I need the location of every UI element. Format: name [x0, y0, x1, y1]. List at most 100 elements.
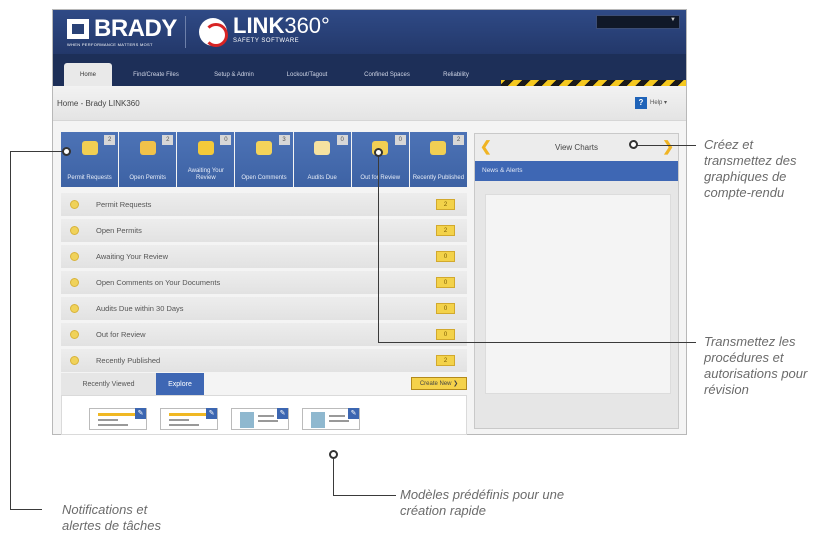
- notification-label: Out for Review: [96, 330, 146, 339]
- callout-dot: [62, 147, 71, 156]
- tile-count: 2: [162, 135, 174, 145]
- notification-row[interactable]: Open Comments on Your Documents 0: [61, 271, 467, 294]
- notification-row[interactable]: Audits Due within 30 Days 0: [61, 297, 467, 320]
- bullet-icon: [70, 200, 79, 209]
- dashboard-tiles: 2 Permit Requests 2 Open Permits 0 Awaiting Y…: [61, 132, 467, 187]
- edit-wrench-icon[interactable]: ✎: [277, 408, 288, 419]
- calendar-icon: [314, 141, 331, 155]
- tile-count: 0: [336, 135, 348, 145]
- news-alerts-content: [485, 194, 671, 394]
- callout-dot: [629, 140, 638, 149]
- tile-count: 0: [220, 135, 232, 145]
- notification-row[interactable]: Permit Requests 2: [61, 193, 467, 216]
- news-alerts-header: News & Alerts: [475, 161, 678, 181]
- edit-wrench-icon[interactable]: ✎: [348, 408, 359, 419]
- tile-label: Permit Requests: [67, 175, 112, 181]
- link-wordmark: LINK: [233, 13, 285, 38]
- template-thumbnail[interactable]: ✎: [231, 408, 289, 430]
- notification-row[interactable]: Open Permits 2: [61, 219, 467, 242]
- notification-label: Permit Requests: [96, 200, 152, 209]
- notification-count-badge: 0: [436, 329, 455, 340]
- dashboard-tile[interactable]: 0 Audits Due: [293, 132, 351, 187]
- tab-explore[interactable]: Explore: [156, 373, 204, 395]
- link360-logo[interactable]: LINK360° SAFETY SOFTWARE: [199, 13, 330, 47]
- link360-globe-icon: [199, 18, 228, 47]
- notification-row[interactable]: Recently Published 2: [61, 349, 467, 372]
- template-thumbnail[interactable]: ✎: [89, 408, 147, 430]
- notification-label: Audits Due within 30 Days: [96, 304, 184, 313]
- notification-label: Recently Published: [96, 356, 161, 365]
- callout-templates: Modèles prédéfinis pour une création rap…: [400, 487, 565, 518]
- bullet-icon: [70, 252, 79, 261]
- upload-icon: [81, 141, 98, 155]
- dashboard-tile[interactable]: 2 Permit Requests: [61, 132, 119, 187]
- tab-recently-viewed[interactable]: Recently Viewed: [61, 373, 156, 395]
- callout-dot: [329, 450, 338, 459]
- callout-notifications: Notifications et alertes de tâches: [62, 502, 162, 533]
- bottom-tab-bar: Recently Viewed Explore Create New ❯: [61, 373, 467, 395]
- view-charts-bar: ❮ View Charts ❯: [475, 134, 678, 161]
- document-icon: [430, 141, 447, 155]
- breadcrumb[interactable]: Home - Brady LINK360: [57, 99, 140, 108]
- dashboard-tile[interactable]: 3 Open Comments: [235, 132, 293, 187]
- callout-review: Transmettez les procédures et autorisati…: [704, 334, 808, 397]
- dashboard-tile[interactable]: 0 Awaiting Your Review: [177, 132, 235, 187]
- bullet-icon: [70, 226, 79, 235]
- chevron-right-icon[interactable]: ❯: [662, 138, 674, 155]
- bullet-icon: [70, 304, 79, 313]
- link-wordmark-suffix: 360°: [284, 13, 330, 38]
- notification-count-badge: 2: [436, 225, 455, 236]
- notification-count-badge: 0: [436, 303, 455, 314]
- edit-wrench-icon[interactable]: ✎: [206, 408, 217, 419]
- star-icon: [197, 141, 214, 155]
- comment-icon: [255, 141, 272, 155]
- bullet-icon: [70, 330, 79, 339]
- dashboard-tile[interactable]: 2 Recently Published: [409, 132, 467, 187]
- tab-find-create-files[interactable]: Find/Create Files: [115, 63, 197, 86]
- create-new-button[interactable]: Create New ❯: [411, 377, 467, 390]
- edit-wrench-icon[interactable]: ✎: [135, 408, 146, 419]
- tile-count: 0: [394, 135, 406, 145]
- callout-charts: Créez et transmettez des graphiques de c…: [704, 137, 797, 200]
- tile-label: Open Comments: [241, 175, 287, 181]
- dashboard-tile[interactable]: 2 Open Permits: [119, 132, 177, 187]
- callout-line: [10, 151, 11, 510]
- notification-count-badge: 2: [436, 355, 455, 366]
- tab-confined-spaces[interactable]: Confined Spaces: [347, 63, 427, 86]
- brady-mark-icon: [67, 19, 89, 39]
- tab-setup-admin[interactable]: Setup & Admin: [201, 63, 267, 86]
- template-thumbnail[interactable]: ✎: [302, 408, 360, 430]
- template-thumbnails: ✎ ✎ ✎ ✎: [61, 395, 467, 435]
- user-dropdown[interactable]: [596, 15, 680, 29]
- main-nav: Home Find/Create Files Setup & Admin Loc…: [53, 54, 686, 86]
- tile-count: 2: [452, 135, 464, 145]
- notification-count-badge: 0: [436, 277, 455, 288]
- callout-line: [333, 458, 334, 496]
- tab-home[interactable]: Home: [64, 63, 112, 86]
- stack-icon: [139, 141, 156, 155]
- tile-label: Recently Published: [412, 175, 465, 181]
- notification-row[interactable]: Awaiting Your Review 0: [61, 245, 467, 268]
- tab-reliability[interactable]: Reliability: [431, 63, 481, 86]
- help-icon[interactable]: ?: [635, 97, 647, 109]
- tab-lockout-tagout[interactable]: Lockout/Tagout: [271, 63, 343, 86]
- breadcrumb-bar: Home - Brady LINK360 ? Help ▾: [53, 86, 686, 121]
- dashboard-tile[interactable]: 0 Out for Review: [351, 132, 409, 187]
- top-header: BRADY WHEN PERFORMANCE MATTERS MOST LINK…: [53, 10, 686, 54]
- callout-line: [634, 145, 696, 146]
- notification-list: Permit Requests 2 Open Permits 2 Awaiting Yo…: [61, 193, 467, 375]
- tile-label: Open Permits: [129, 175, 167, 181]
- tile-count: 3: [278, 135, 290, 145]
- callout-line: [333, 495, 396, 496]
- notification-count-badge: 0: [436, 251, 455, 262]
- notification-count-badge: 2: [436, 199, 455, 210]
- notification-label: Awaiting Your Review: [96, 252, 168, 261]
- brady-logo[interactable]: BRADY WHEN PERFORMANCE MATTERS MOST: [67, 16, 177, 48]
- bullet-icon: [70, 278, 79, 287]
- tile-count: 2: [104, 135, 116, 145]
- brady-wordmark: BRADY: [94, 15, 177, 42]
- callout-dot: [374, 148, 383, 157]
- template-thumbnail[interactable]: ✎: [160, 408, 218, 430]
- help-menu[interactable]: Help ▾: [650, 99, 667, 106]
- brady-tagline: WHEN PERFORMANCE MATTERS MOST: [67, 42, 153, 47]
